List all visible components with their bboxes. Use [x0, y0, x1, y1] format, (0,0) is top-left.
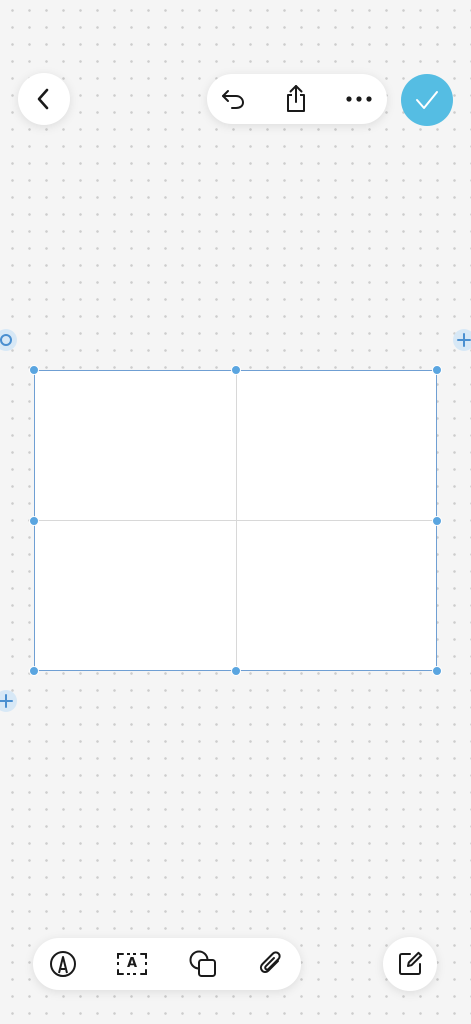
text-box-glyph: A [126, 956, 138, 971]
resize-handle-middle-left[interactable] [29, 516, 39, 526]
attachment-button[interactable] [249, 942, 293, 986]
done-button[interactable] [401, 74, 453, 126]
table-cell[interactable] [237, 521, 436, 669]
share-icon [284, 84, 308, 114]
plus-icon [457, 333, 471, 347]
back-button[interactable] [18, 73, 70, 125]
status-bar [0, 0, 471, 52]
compose-icon [396, 950, 424, 978]
table-cell[interactable] [35, 371, 235, 519]
pen-tool-button[interactable] [41, 942, 85, 986]
resize-handle-bottom-left[interactable] [29, 666, 39, 676]
resize-handle-middle-right[interactable] [432, 516, 442, 526]
compose-button[interactable] [383, 937, 437, 991]
row-handle-button[interactable] [0, 329, 17, 351]
shapes-button[interactable] [181, 942, 225, 986]
bottom-tool-bar: A [33, 938, 301, 990]
undo-icon [220, 87, 246, 111]
top-action-bar [207, 74, 387, 124]
more-button[interactable] [337, 77, 381, 121]
table-cell[interactable] [35, 521, 235, 669]
canvas-table[interactable] [34, 370, 437, 671]
add-row-button[interactable] [0, 690, 17, 712]
resize-handle-top-left[interactable] [29, 365, 39, 375]
circle-handle-icon [0, 333, 13, 347]
text-box-icon: A [116, 952, 148, 976]
more-horizontal-icon [346, 95, 372, 103]
chevron-left-icon [34, 87, 54, 111]
paperclip-icon [258, 949, 284, 979]
shapes-icon [188, 949, 218, 979]
share-button[interactable] [274, 77, 318, 121]
undo-button[interactable] [211, 77, 255, 121]
resize-handle-bottom-center[interactable] [231, 666, 241, 676]
resize-handle-top-center[interactable] [231, 365, 241, 375]
add-column-button[interactable] [453, 329, 471, 351]
table-cell[interactable] [237, 371, 436, 519]
resize-handle-top-right[interactable] [432, 365, 442, 375]
plus-icon [0, 694, 13, 708]
checkmark-icon [414, 89, 440, 111]
resize-handle-bottom-right[interactable] [432, 666, 442, 676]
text-box-button[interactable]: A [110, 942, 154, 986]
pen-icon [49, 950, 77, 978]
